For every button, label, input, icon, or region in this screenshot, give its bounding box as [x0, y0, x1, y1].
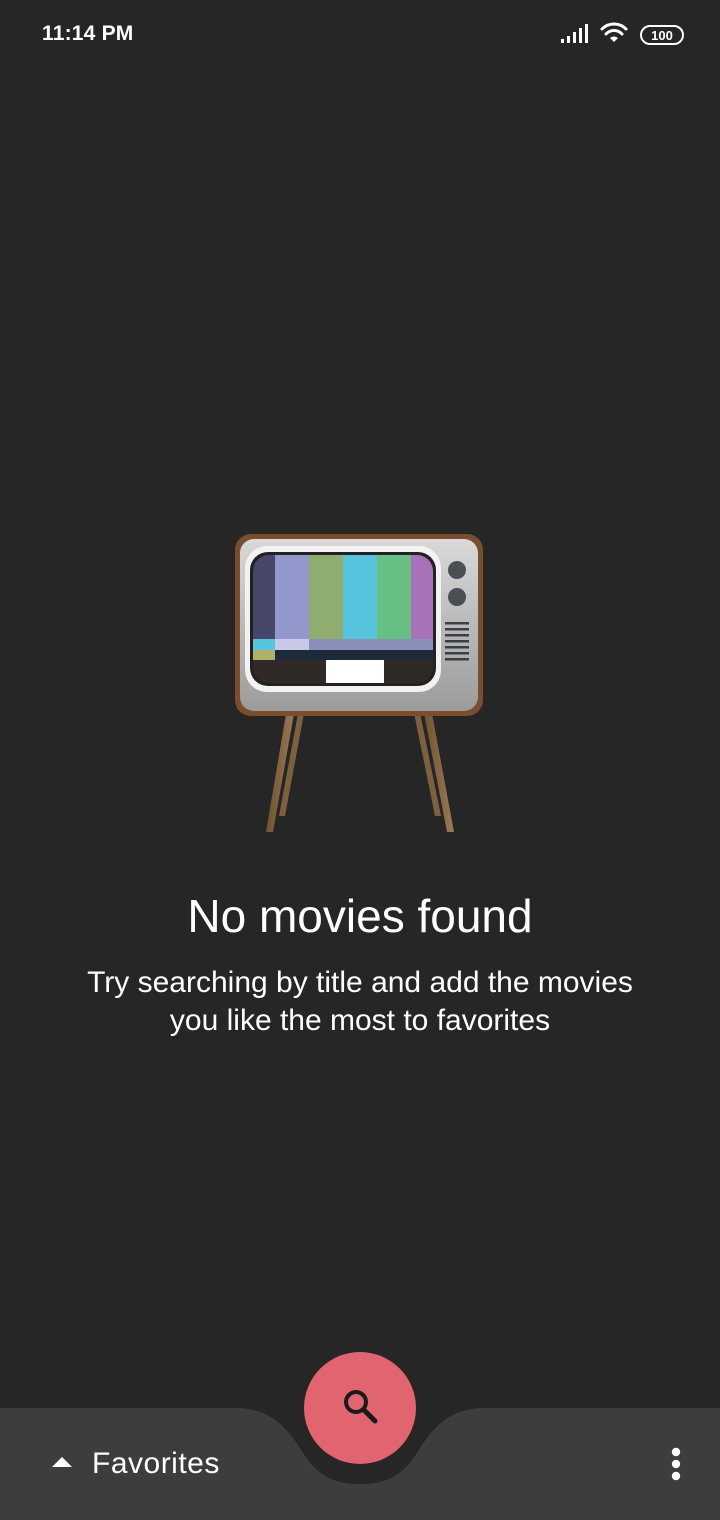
more-vert-icon — [671, 1447, 681, 1486]
retro-tv-icon — [235, 534, 483, 832]
empty-state-title: No movies found — [187, 890, 533, 942]
search-icon — [341, 1387, 379, 1430]
app-screen: 11:14 PM 100 No movies found Try searchi… — [0, 0, 720, 1520]
caret-up-icon — [52, 1455, 72, 1473]
status-bar: 11:14 PM 100 — [0, 0, 720, 70]
status-icons: 100 — [560, 22, 684, 48]
search-fab[interactable] — [304, 1352, 416, 1464]
more-options-button[interactable] — [656, 1444, 696, 1488]
battery-icon: 100 — [640, 25, 684, 45]
favorites-button[interactable]: Favorites — [52, 1440, 220, 1488]
status-time: 11:14 PM — [42, 22, 134, 45]
favorites-label: Favorites — [92, 1447, 220, 1480]
empty-state: No movies found Try searching by title a… — [0, 530, 720, 1040]
empty-state-message: Try searching by title and add the movie… — [87, 966, 633, 1037]
wifi-icon — [600, 22, 628, 49]
signal-icon — [560, 23, 588, 48]
battery-level: 100 — [651, 27, 673, 43]
